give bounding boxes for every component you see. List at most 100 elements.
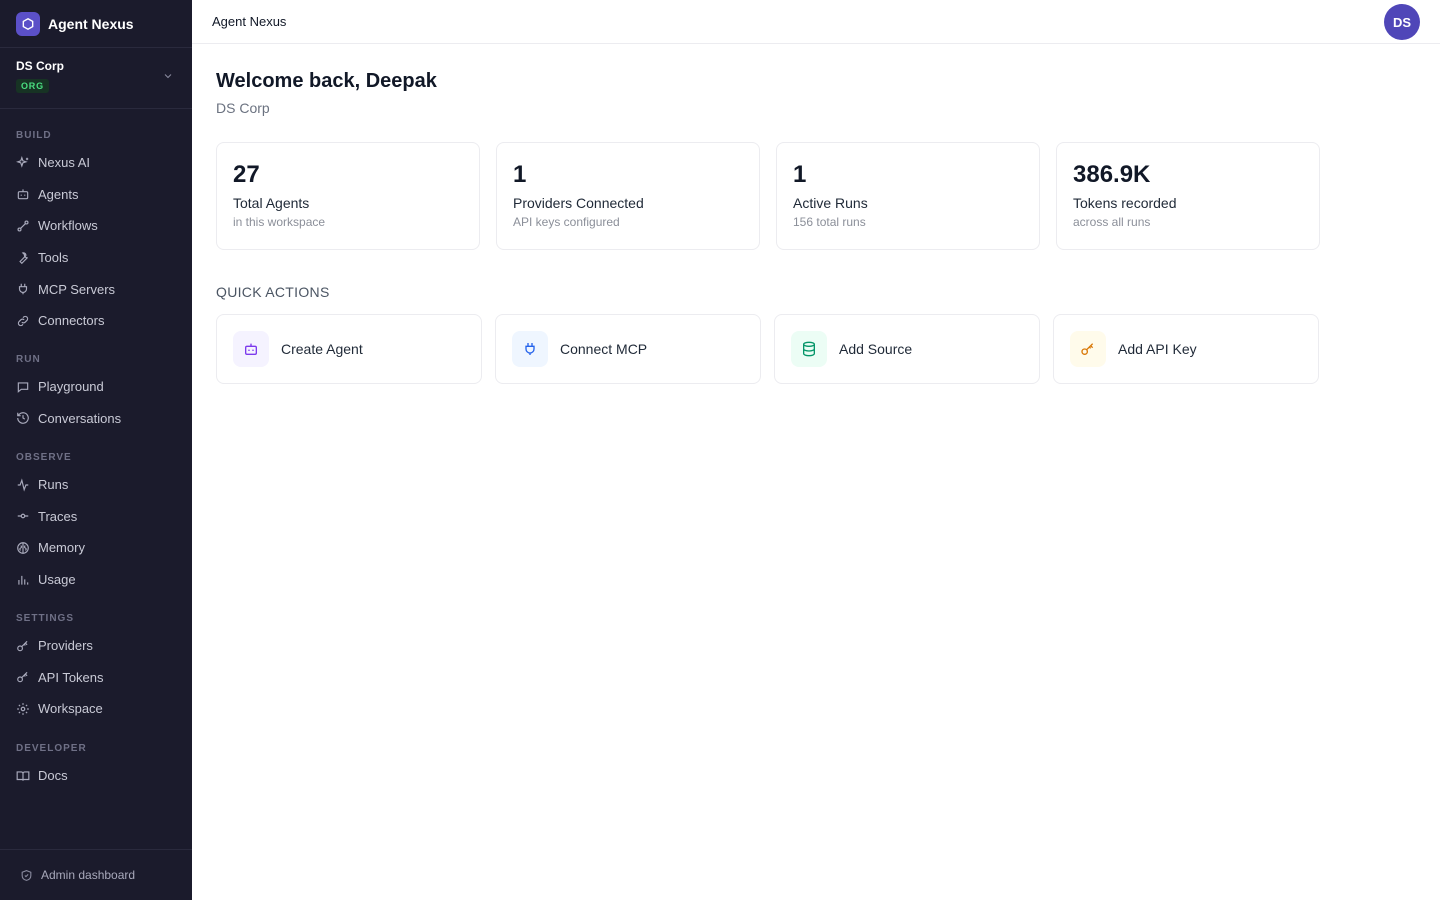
stat-sub: 156 total runs — [793, 215, 866, 229]
sidebar-item-label: Conversations — [38, 410, 122, 426]
stat-sub: across all runs — [1073, 215, 1151, 229]
stat-value: 1 — [793, 161, 807, 188]
shield-icon — [21, 869, 32, 881]
sidebar-item-label: Workspace — [38, 701, 103, 717]
stat-sub: in this workspace — [233, 215, 326, 229]
chat-icon — [16, 380, 30, 394]
admin-dashboard-link[interactable]: Admin dashboard — [0, 849, 192, 900]
sidebar-item-label: Playground — [38, 379, 104, 395]
sidebar-item-docs[interactable]: Docs — [0, 760, 192, 792]
stat-card-total-agents: 27 Total Agents in this workspace — [216, 142, 480, 250]
org-name: DS Corp — [16, 59, 64, 73]
stat-value: 27 — [233, 161, 260, 188]
page-title: Agent Nexus — [212, 14, 287, 29]
database-icon — [791, 331, 827, 367]
sidebar-item-memory[interactable]: Memory — [0, 532, 192, 564]
bar-chart-icon — [16, 573, 30, 587]
history-icon — [16, 411, 30, 425]
section-title: DEVELOPER — [16, 743, 87, 754]
sidebar-item-runs[interactable]: Runs — [0, 469, 192, 501]
sidebar-item-label: Connectors — [38, 313, 105, 329]
create-agent-button[interactable]: Create Agent — [216, 314, 482, 384]
sidebar-item-label: Providers — [38, 638, 93, 654]
brand[interactable]: Agent Nexus — [0, 0, 192, 48]
sidebar-item-playground[interactable]: Playground — [0, 371, 192, 403]
org-switcher[interactable]: DS Corp ORG — [0, 48, 192, 109]
sidebar-item-label: API Tokens — [38, 669, 104, 685]
commit-icon — [16, 509, 30, 523]
sidebar-item-tools[interactable]: Tools — [0, 242, 192, 274]
gear-icon — [16, 702, 30, 716]
stat-sub: API keys configured — [513, 215, 620, 229]
robot-icon — [16, 187, 30, 201]
sidebar-item-label: Usage — [38, 572, 76, 588]
sidebar: Agent Nexus DS Corp ORG BUILD Nexus AI A… — [0, 0, 192, 900]
stat-label: Tokens recorded — [1073, 195, 1177, 211]
sidebar-item-workflows[interactable]: Workflows — [0, 210, 192, 242]
sidebar-item-connectors[interactable]: Connectors — [0, 305, 192, 337]
org-badge: ORG — [16, 79, 49, 93]
section-title: SETTINGS — [16, 613, 75, 624]
action-label: Create Agent — [281, 341, 363, 357]
sidebar-item-label: Nexus AI — [38, 155, 91, 171]
admin-dashboard-label: Admin dashboard — [41, 868, 136, 882]
sidebar-item-usage[interactable]: Usage — [0, 564, 192, 596]
action-label: Add Source — [839, 341, 913, 357]
section-title: OBSERVE — [16, 452, 72, 463]
welcome-heading: Welcome back, Deepak — [216, 70, 437, 92]
workflow-icon — [16, 219, 30, 233]
add-source-button[interactable]: Add Source — [774, 314, 1040, 384]
sidebar-item-label: Memory — [38, 540, 85, 556]
key-icon — [1070, 331, 1106, 367]
sidebar-item-mcp-servers[interactable]: MCP Servers — [0, 273, 192, 305]
sparkles-icon — [16, 155, 30, 170]
nav-section-observe: OBSERVE Runs Traces Memory Usage — [0, 451, 192, 595]
key-icon — [16, 639, 30, 653]
nav-section-settings: SETTINGS Providers API Tokens Workspace — [0, 612, 192, 725]
sidebar-item-label: Tools — [38, 250, 69, 266]
avatar[interactable]: DS — [1384, 4, 1420, 40]
stat-value: 1 — [513, 161, 527, 188]
quick-actions-title: QUICK ACTIONS — [216, 284, 330, 300]
stat-label: Active Runs — [793, 195, 868, 211]
stat-card-tokens: 386.9K Tokens recorded across all runs — [1056, 142, 1320, 250]
sidebar-item-label: Runs — [38, 477, 69, 493]
nav-section-build: BUILD Nexus AI Agents Workflows Tools MC… — [0, 129, 192, 337]
stat-value: 386.9K — [1073, 161, 1151, 188]
connect-mcp-button[interactable]: Connect MCP — [495, 314, 761, 384]
stat-label: Total Agents — [233, 195, 310, 211]
key-icon — [16, 670, 30, 684]
sidebar-item-workspace[interactable]: Workspace — [0, 693, 192, 725]
sidebar-item-label: Workflows — [38, 218, 98, 234]
sidebar-item-label: Docs — [38, 768, 68, 784]
hexagon-logo-icon — [16, 11, 40, 36]
sidebar-item-label: Agents — [38, 186, 79, 202]
stat-card-providers: 1 Providers Connected API keys configure… — [496, 142, 760, 250]
nav-section-run: RUN Playground Conversations — [0, 353, 192, 434]
link-icon — [16, 314, 30, 328]
action-label: Add API Key — [1118, 341, 1197, 357]
chevron-down-icon — [164, 74, 172, 79]
plug-icon — [512, 331, 548, 367]
sidebar-item-nexus-ai[interactable]: Nexus AI — [0, 147, 192, 179]
top-bar: Agent Nexus DS — [192, 0, 1440, 44]
plug-icon — [16, 282, 30, 296]
book-icon — [16, 769, 30, 783]
workspace-subtitle: DS Corp — [216, 100, 270, 116]
stat-label: Providers Connected — [513, 195, 644, 211]
section-title: RUN — [16, 354, 41, 365]
sidebar-item-conversations[interactable]: Conversations — [0, 403, 192, 435]
sidebar-item-providers[interactable]: Providers — [0, 630, 192, 662]
robot-icon — [233, 331, 269, 367]
section-title: BUILD — [16, 130, 52, 141]
sidebar-item-traces[interactable]: Traces — [0, 501, 192, 533]
sidebar-item-label: MCP Servers — [38, 281, 116, 297]
add-api-key-button[interactable]: Add API Key — [1053, 314, 1319, 384]
sidebar-item-agents[interactable]: Agents — [0, 179, 192, 211]
activity-icon — [16, 478, 30, 492]
sidebar-item-api-tokens[interactable]: API Tokens — [0, 662, 192, 694]
brand-name: Agent Nexus — [48, 15, 134, 32]
action-label: Connect MCP — [560, 341, 648, 357]
nav-section-developer: DEVELOPER Docs — [0, 742, 192, 792]
sidebar-item-label: Traces — [38, 508, 78, 524]
